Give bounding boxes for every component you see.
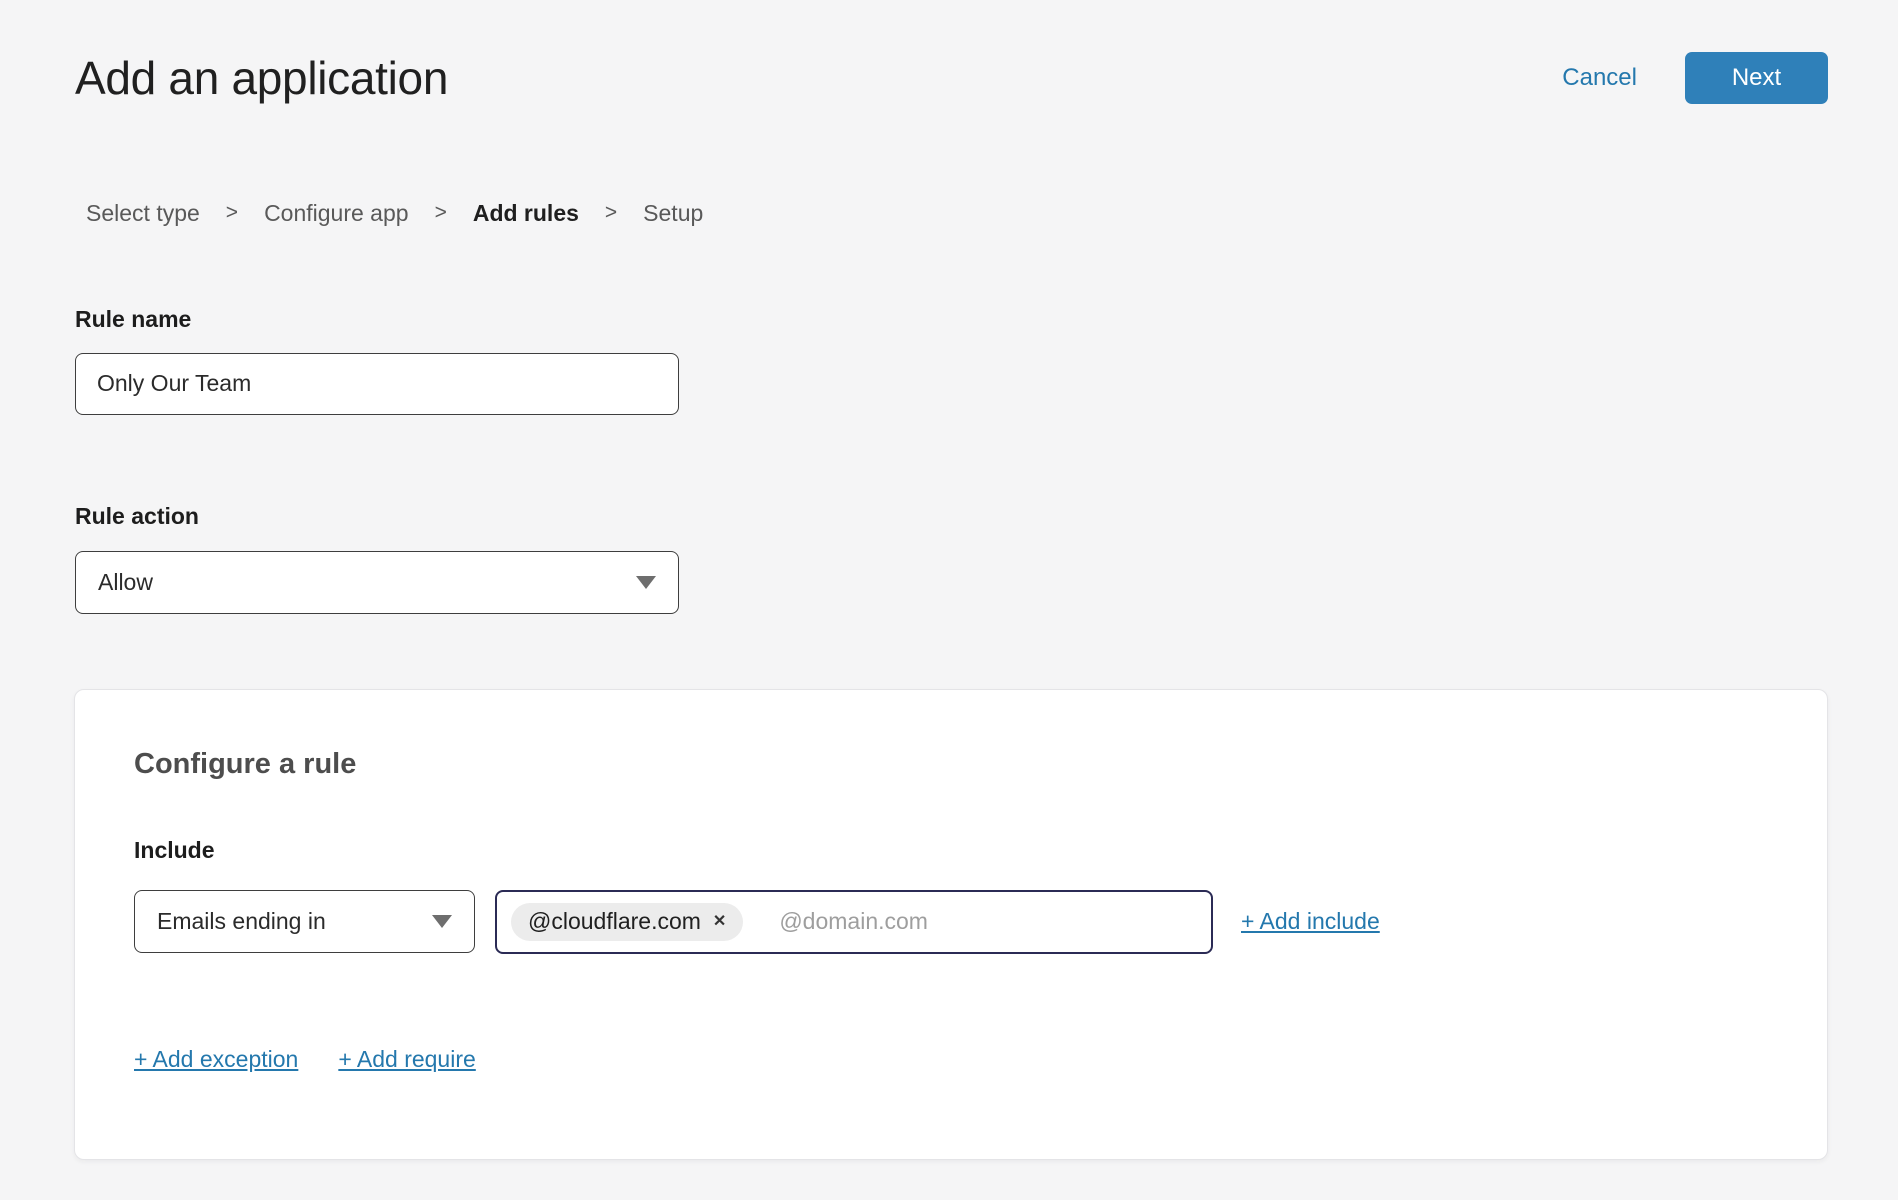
breadcrumb: Select type > Configure app > Add rules …	[86, 200, 1898, 227]
breadcrumb-step-select-type[interactable]: Select type	[86, 200, 200, 227]
chip-label: @cloudflare.com	[528, 908, 701, 935]
chevron-down-icon	[432, 915, 452, 928]
include-label: Include	[134, 837, 1767, 864]
card-title: Configure a rule	[134, 748, 1767, 781]
configure-rule-card: Configure a rule Include Emails ending i…	[74, 689, 1828, 1160]
include-type-selected-value: Emails ending in	[157, 908, 326, 935]
email-domains-field[interactable]: @cloudflare.com ✕	[495, 890, 1213, 954]
add-require-link[interactable]: + Add require	[338, 1046, 475, 1073]
breadcrumb-step-add-rules: Add rules	[473, 200, 579, 227]
email-domain-input[interactable]	[779, 908, 1197, 935]
include-row: Emails ending in @cloudflare.com ✕ + Add…	[134, 890, 1767, 954]
breadcrumb-separator: >	[435, 201, 447, 225]
rule-action-selected-value: Allow	[98, 569, 153, 596]
include-type-select[interactable]: Emails ending in	[134, 890, 475, 953]
next-button[interactable]: Next	[1685, 52, 1828, 104]
rule-name-input[interactable]	[75, 353, 679, 415]
add-include-link[interactable]: + Add include	[1241, 908, 1380, 935]
chip-remove-icon[interactable]: ✕	[713, 914, 726, 930]
rule-action-label: Rule action	[75, 503, 1898, 530]
breadcrumb-separator: >	[226, 201, 238, 225]
header-actions: Cancel Next	[1562, 52, 1828, 104]
page-title: Add an application	[75, 52, 448, 105]
card-footer-links: + Add exception + Add require	[134, 1046, 1767, 1073]
cancel-button[interactable]: Cancel	[1562, 64, 1637, 92]
page-header: Add an application Cancel Next	[0, 0, 1898, 105]
rule-action-select[interactable]: Allow	[75, 551, 679, 614]
add-exception-link[interactable]: + Add exception	[134, 1046, 298, 1073]
breadcrumb-separator: >	[605, 201, 617, 225]
breadcrumb-step-setup: Setup	[643, 200, 703, 227]
email-domain-chip: @cloudflare.com ✕	[511, 903, 743, 941]
chevron-down-icon	[636, 576, 656, 589]
breadcrumb-step-configure-app[interactable]: Configure app	[264, 200, 409, 227]
rule-name-label: Rule name	[75, 306, 1898, 333]
